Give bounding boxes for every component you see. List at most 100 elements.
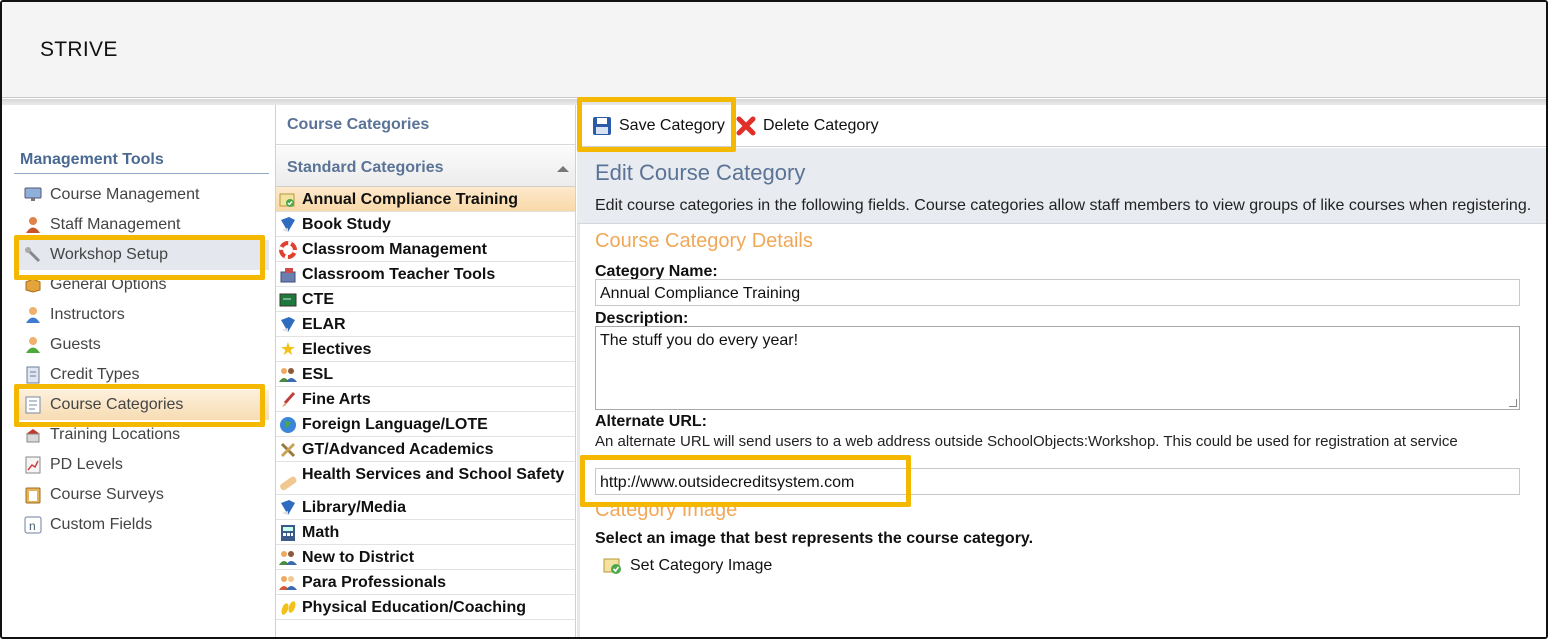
category-list: Annual Compliance Training Book Study Cl…	[276, 187, 575, 620]
star-icon: ★	[279, 339, 297, 359]
credit-icon	[24, 366, 42, 384]
sidebar-list: Course Management Staff Management Works…	[14, 180, 269, 540]
category-item[interactable]: ELAR	[276, 312, 575, 337]
category-item[interactable]: CTE	[276, 287, 575, 312]
details-section-title: Course Category Details	[595, 230, 813, 252]
box-icon	[24, 276, 42, 294]
sidebar-item-course-categories[interactable]: Course Categories	[14, 390, 269, 420]
people-icon	[278, 548, 298, 567]
book-icon	[278, 215, 298, 234]
calculator-icon	[278, 523, 298, 542]
brush-icon	[278, 390, 298, 409]
sidebar-title: Management Tools	[20, 151, 164, 168]
sidebar-item-label: Workshop Setup	[50, 246, 168, 263]
page-description: Edit course categories in the following …	[595, 197, 1532, 214]
board-icon	[278, 290, 298, 309]
delete-category-button[interactable]: Delete Category	[735, 105, 879, 147]
chart-icon	[24, 456, 42, 474]
floppy-disk-icon	[591, 115, 613, 137]
category-item[interactable]: Classroom Teacher Tools	[276, 262, 575, 287]
sidebar-item-label: Course Categories	[50, 396, 184, 413]
category-item[interactable]: Foreign Language/LOTE	[276, 412, 575, 437]
resize-handle-icon[interactable]	[1509, 399, 1517, 407]
sidebar-item-label: Instructors	[50, 306, 125, 323]
collapse-arrow-icon[interactable]	[557, 166, 569, 172]
instructor-icon	[24, 306, 42, 324]
sidebar-item-staff-management[interactable]: Staff Management	[14, 210, 269, 240]
sidebar-item-course-management[interactable]: Course Management	[14, 180, 269, 210]
description-field[interactable]: The stuff you do every year!	[595, 326, 1520, 410]
people-icon	[278, 573, 298, 592]
field-icon: n	[24, 516, 42, 534]
sidebar: Management Tools Course Management Staff…	[2, 105, 274, 637]
standard-categories-header[interactable]: Standard Categories	[276, 146, 575, 187]
category-item[interactable]: GT/Advanced Academics	[276, 437, 575, 462]
sidebar-item-general-options[interactable]: General Options	[14, 270, 269, 300]
category-item[interactable]: Physical Education/Coaching	[276, 595, 575, 620]
sidebar-item-credit-types[interactable]: Credit Types	[14, 360, 269, 390]
category-form: Course Category Details Category Name: A…	[577, 224, 1546, 637]
save-category-label: Save Category	[619, 117, 725, 134]
list-icon	[24, 396, 42, 414]
sidebar-item-pd-levels[interactable]: PD Levels	[14, 450, 269, 480]
image-section-title: Category Image	[595, 499, 738, 521]
tools-icon	[278, 440, 298, 459]
alternate-url-help: An alternate URL will send users to a we…	[595, 433, 1458, 450]
svg-text:n: n	[29, 519, 36, 533]
globe-icon	[278, 415, 298, 434]
categories-header: Course Categories	[276, 105, 575, 145]
category-item[interactable]: Para Professionals	[276, 570, 575, 595]
building-icon	[24, 426, 42, 444]
sidebar-item-course-surveys[interactable]: Course Surveys	[14, 480, 269, 510]
app-title: STRIVE	[40, 38, 118, 61]
sidebar-item-label: PD Levels	[50, 456, 123, 473]
sidebar-item-instructors[interactable]: Instructors	[14, 300, 269, 330]
edit-panel: Save Category Delete Category Edit Cours…	[577, 105, 1546, 637]
alternate-url-field[interactable]: http://www.outsidecreditsystem.com	[595, 468, 1520, 495]
monitor-icon	[24, 186, 42, 204]
category-item[interactable]: New to District	[276, 545, 575, 570]
save-category-button[interactable]: Save Category	[591, 105, 725, 147]
delete-category-label: Delete Category	[763, 117, 879, 134]
category-item[interactable]: Book Study	[276, 212, 575, 237]
people-icon	[278, 365, 298, 384]
category-item[interactable]: ESL	[276, 362, 575, 387]
category-item[interactable]: Annual Compliance Training	[276, 187, 575, 212]
sidebar-item-label: Guests	[50, 336, 101, 353]
category-item[interactable]: Health Services and School Safety	[276, 462, 575, 495]
sidebar-item-training-locations[interactable]: Training Locations	[14, 420, 269, 450]
toolbar: Save Category Delete Category	[577, 105, 1546, 147]
image-help-text: Select an image that best represents the…	[595, 530, 1034, 547]
category-item[interactable]: Classroom Management	[276, 237, 575, 262]
lifebuoy-icon	[278, 240, 298, 259]
sidebar-item-label: Custom Fields	[50, 516, 153, 533]
person-icon	[24, 216, 42, 234]
book-icon	[278, 498, 298, 517]
toolbox-icon	[278, 265, 298, 284]
page-title: Edit Course Category	[595, 160, 806, 185]
category-item[interactable]: Math	[276, 520, 575, 545]
sidebar-item-guests[interactable]: Guests	[14, 330, 269, 360]
alternate-url-label: Alternate URL:	[595, 413, 708, 430]
wrench-icon	[24, 246, 42, 264]
sidebar-divider	[14, 173, 269, 174]
edit-header: Edit Course Category Edit course categor…	[577, 148, 1546, 224]
sidebar-item-workshop-setup[interactable]: Workshop Setup	[14, 240, 269, 270]
description-text: The stuff you do every year!	[600, 332, 799, 349]
category-item[interactable]: ★ Electives	[276, 337, 575, 362]
app-window: STRIVE Management Tools Course Managemen…	[0, 0, 1548, 639]
sidebar-item-label: Training Locations	[50, 426, 181, 443]
guest-icon	[24, 336, 42, 354]
set-category-image-button[interactable]: Set Category Image	[602, 555, 772, 577]
category-item[interactable]: Fine Arts	[276, 387, 575, 412]
sidebar-item-label: Course Management	[50, 186, 200, 203]
footprints-icon	[278, 598, 298, 617]
sidebar-item-label: General Options	[50, 276, 167, 293]
sidebar-item-custom-fields[interactable]: n Custom Fields	[14, 510, 269, 540]
set-category-image-label: Set Category Image	[630, 557, 773, 574]
category-name-field[interactable]: Annual Compliance Training	[595, 279, 1520, 306]
sidebar-item-label: Credit Types	[50, 366, 140, 383]
app-header: STRIVE	[2, 2, 1546, 98]
category-item[interactable]: Library/Media	[276, 495, 575, 520]
standard-categories-label: Standard Categories	[287, 159, 444, 176]
